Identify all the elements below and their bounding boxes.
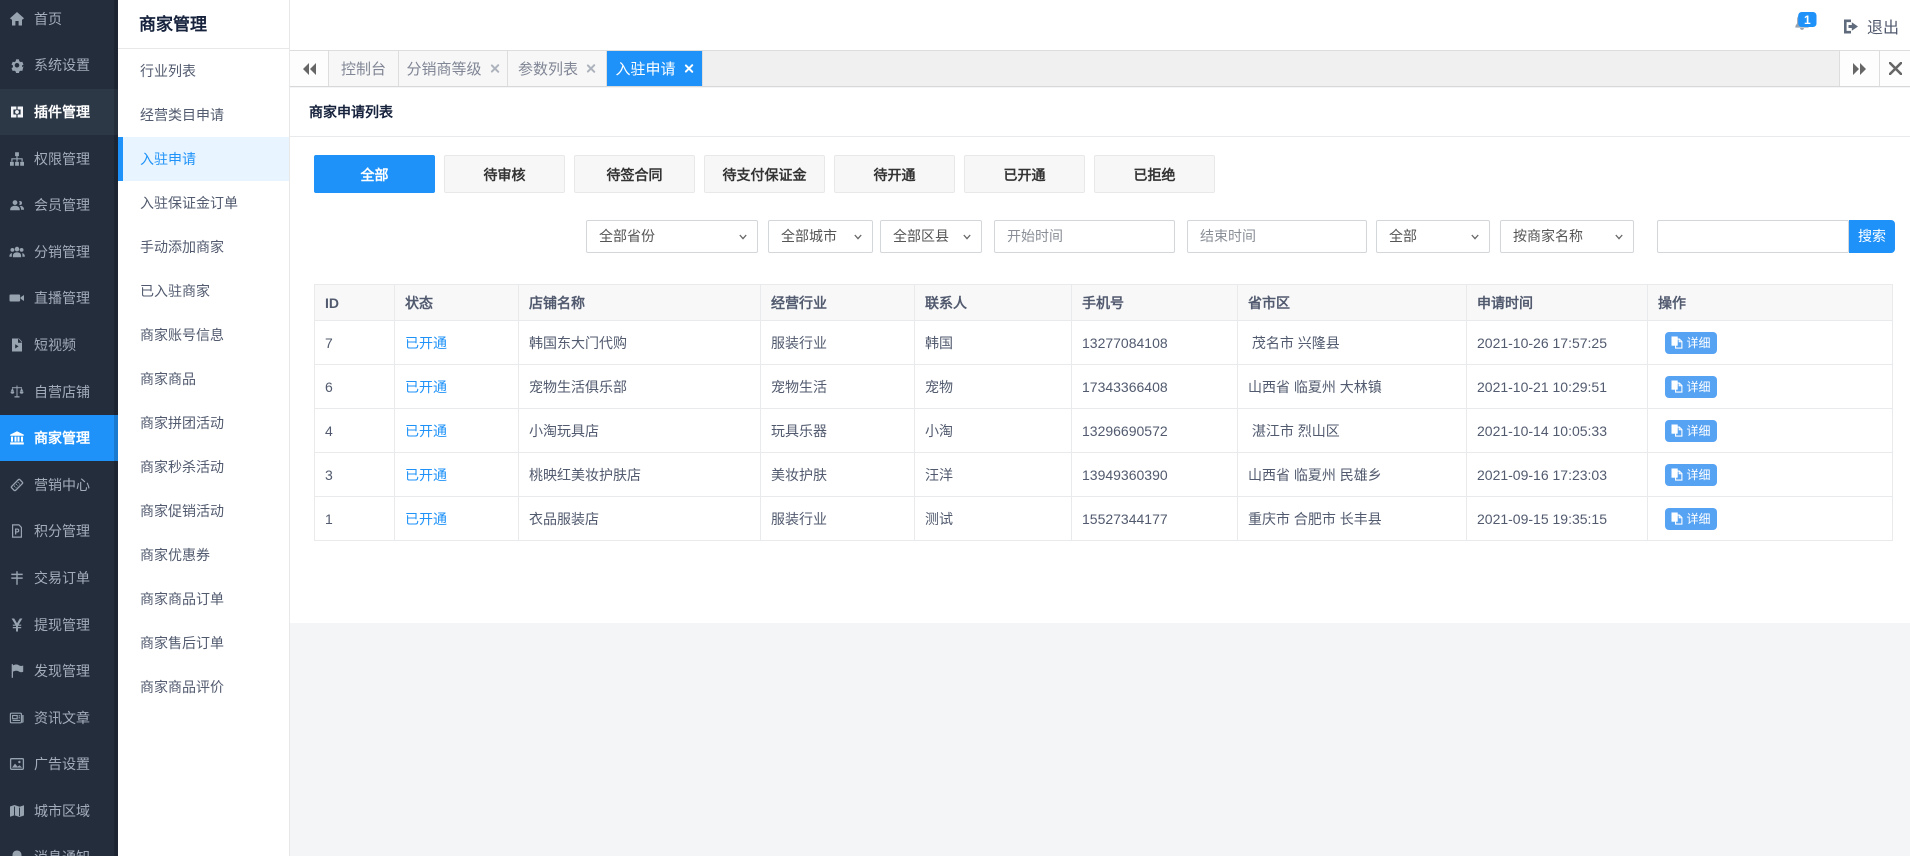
svg-text:1: 1 [1804,13,1811,27]
